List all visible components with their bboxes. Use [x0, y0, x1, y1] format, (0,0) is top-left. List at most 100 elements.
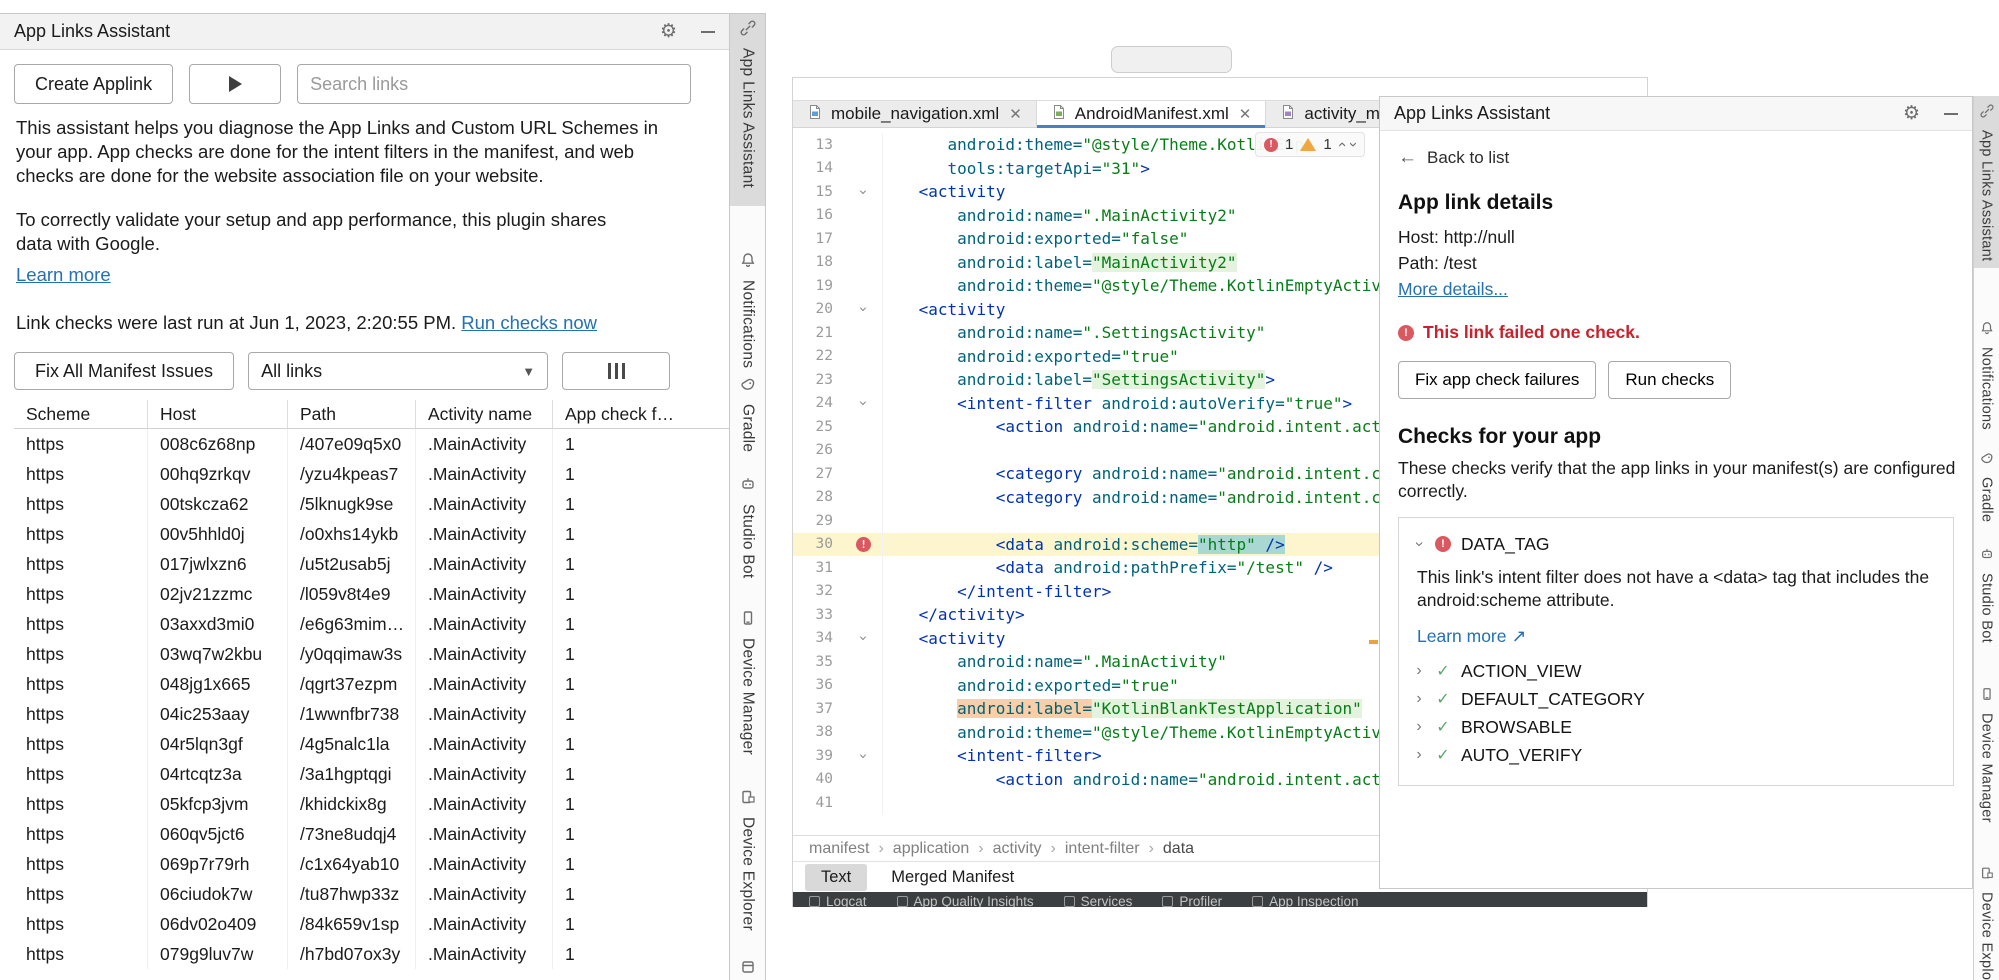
tool-stripe-item-app-links-assistant[interactable]: App Links Assistant	[1974, 104, 1999, 261]
tool-stripe-item[interactable]	[730, 959, 765, 980]
editor-tab-activity_m[interactable]: activity_m	[1266, 101, 1395, 127]
gear-icon[interactable]: ⚙	[660, 22, 677, 41]
column-header-scheme[interactable]: Scheme	[14, 400, 148, 428]
table-row[interactable]: https06ciudok7w/tu87hwp33z.MainActivity1	[14, 879, 729, 909]
chevron-right-icon[interactable]: ›	[1413, 690, 1425, 708]
tool-stripe-item-device-explorer[interactable]: Device Explorer	[1974, 866, 1999, 980]
fold-icon[interactable]: ›	[855, 399, 873, 408]
learn-more-link[interactable]: Learn more	[16, 264, 111, 286]
column-header-host[interactable]: Host	[148, 400, 288, 428]
close-icon[interactable]: ✕	[1239, 105, 1252, 123]
links-filter-dropdown[interactable]: All links ▼	[248, 352, 548, 390]
inspections-widget[interactable]: ! 1 1 › ›	[1255, 132, 1365, 157]
fold-icon[interactable]: ›	[855, 751, 873, 760]
table-row[interactable]: https04ic253aay/1wwnfbr738.MainActivity1	[14, 699, 729, 729]
tool-stripe-item-studio-bot[interactable]: Studio Bot	[730, 476, 765, 579]
table-row[interactable]: https05kfcp3jvm/khidckix8g.MainActivity1	[14, 789, 729, 819]
check-item-data_tag[interactable]: ›!DATA_TAG	[1413, 530, 1937, 558]
minimize-icon[interactable]	[1944, 113, 1958, 115]
breadcrumb-item-manifest[interactable]: manifest	[809, 840, 869, 858]
column-header-path[interactable]: Path	[288, 400, 416, 428]
table-cell: .MainActivity	[416, 939, 553, 969]
editor-tab-androidmanifest.xml[interactable]: AndroidManifest.xml✕	[1037, 101, 1267, 127]
create-applink-button[interactable]: Create Applink	[14, 64, 173, 104]
tool-stripe-item-device-explorer[interactable]: Device Explorer	[730, 789, 765, 931]
check-item-auto_verify[interactable]: ›✓AUTO_VERIFY	[1413, 741, 1937, 769]
table-row[interactable]: https03axxd3mi0/e6g63mim….MainActivity1	[14, 609, 729, 639]
tool-stripe-item-gradle[interactable]: Gradle	[730, 376, 765, 452]
tool-stripe-item-gradle[interactable]: Gradle	[1974, 451, 1999, 522]
back-to-list-link[interactable]: ← Back to list	[1398, 147, 1509, 169]
check-learn-more-link[interactable]: Learn more↗	[1417, 626, 1526, 647]
chevron-right-icon[interactable]: ›	[1413, 746, 1425, 764]
column-header-app-check-f[interactable]: App check f…	[553, 400, 729, 428]
breadcrumb-item-intent-filter[interactable]: intent-filter	[1065, 840, 1140, 858]
tool-stripe-item-device-manager[interactable]: Device Manager	[730, 610, 765, 755]
line-number: 23	[793, 372, 845, 388]
more-details-link[interactable]: More details...	[1398, 279, 1508, 300]
table-row[interactable]: https00hq9zrkqv/yzu4kpeas7.MainActivity1	[14, 459, 729, 489]
gutter	[845, 274, 883, 298]
table-row[interactable]: https00tskcza62/5lknugk9se.MainActivity1	[14, 489, 729, 519]
tool-stripe-item-app-links-assistant[interactable]: App Links Assistant	[730, 20, 765, 188]
fold-icon[interactable]: ›	[855, 634, 873, 643]
bottom-tool-app-quality-insights[interactable]: App Quality Insights	[897, 895, 1034, 907]
table-cell: .MainActivity	[416, 549, 553, 579]
table-row[interactable]: https008c6z68np/407e09q5x0.MainActivity1	[14, 429, 729, 459]
search-links-input[interactable]	[297, 64, 691, 104]
run-checks-button[interactable]: Run checks	[1608, 361, 1731, 399]
table-row[interactable]: https060qv5jct6/73ne8udqj4.MainActivity1	[14, 819, 729, 849]
chevron-right-icon[interactable]: ›	[1413, 662, 1425, 680]
gradle-icon	[740, 376, 756, 397]
chevron-right-icon[interactable]: ›	[1413, 718, 1425, 736]
run-checks-now-link[interactable]: Run checks now	[461, 312, 597, 333]
table-row[interactable]: https017jwlxzn6/u5t2usab5j.MainActivity1	[14, 549, 729, 579]
run-checks-button[interactable]	[189, 64, 281, 104]
device-explorer-icon	[1980, 866, 1994, 885]
bottom-tool-logcat[interactable]: Logcat	[809, 895, 867, 907]
bottom-tab-text[interactable]: Text	[805, 864, 867, 891]
close-icon[interactable]: ✕	[1009, 105, 1022, 123]
table-header-row: SchemeHostPathActivity nameApp check f…	[14, 400, 729, 429]
table-row[interactable]: https00v5hhld0j/o0xhs14ykb.MainActivity1	[14, 519, 729, 549]
table-row[interactable]: https04r5lqn3gf/4g5nalc1la.MainActivity1	[14, 729, 729, 759]
check-item-default_category[interactable]: ›✓DEFAULT_CATEGORY	[1413, 685, 1937, 713]
tool-stripe-item-notifications[interactable]: Notifications	[730, 252, 765, 368]
bottom-tab-merged-manifest[interactable]: Merged Manifest	[875, 864, 1030, 891]
chevron-down-icon[interactable]: ›	[1410, 538, 1428, 550]
table-row[interactable]: https069p7r79rh/c1x64yab10.MainActivity1	[14, 849, 729, 879]
table-row[interactable]: https02jv21zzmc/l059v8t4e9.MainActivity1	[14, 579, 729, 609]
fix-app-check-failures-button[interactable]: Fix app check failures	[1398, 361, 1596, 399]
tool-stripe-item-notifications[interactable]: Notifications	[1974, 321, 1999, 430]
error-stripe-mark[interactable]	[1369, 640, 1378, 644]
check-item-browsable[interactable]: ›✓BROWSABLE	[1413, 713, 1937, 741]
breadcrumb-item-activity[interactable]: activity	[993, 840, 1042, 858]
breadcrumb-item-data[interactable]: data	[1163, 840, 1194, 858]
table-row[interactable]: https04rtcqtz3a/3a1hgptqgi.MainActivity1	[14, 759, 729, 789]
check-item-action_view[interactable]: ›✓ACTION_VIEW	[1413, 657, 1937, 685]
column-header-activity-name[interactable]: Activity name	[416, 400, 553, 428]
table-row[interactable]: https048jg1x665/qgrt37ezpm.MainActivity1	[14, 669, 729, 699]
bottom-tool-profiler[interactable]: Profiler	[1162, 895, 1222, 907]
line-number: 40	[793, 771, 845, 787]
fold-icon[interactable]: ›	[855, 187, 873, 196]
assistant-intro-text: This assistant helps you diagnose the Ap…	[16, 116, 713, 188]
tool-stripe-item-device-manager[interactable]: Device Manager	[1974, 687, 1999, 823]
fix-all-manifest-issues-button[interactable]: Fix All Manifest Issues	[14, 352, 234, 390]
column-filter-button[interactable]	[562, 352, 670, 390]
fold-icon[interactable]: ›	[855, 305, 873, 314]
bottom-tool-app-inspection[interactable]: App Inspection	[1252, 895, 1358, 907]
editor-tab-mobile_navigation.xml[interactable]: mobile_navigation.xml✕	[793, 101, 1037, 127]
bottom-tool-services[interactable]: Services	[1064, 895, 1133, 907]
table-row[interactable]: https03wq7w2kbu/y0qqimaw3s.MainActivity1	[14, 639, 729, 669]
minimize-icon[interactable]	[701, 31, 715, 33]
table-row[interactable]: https079g9luv7w/h7bd07ox3y.MainActivity1	[14, 939, 729, 969]
table-cell: .MainActivity	[416, 789, 553, 819]
tool-stripe-item-studio-bot[interactable]: Studio Bot	[1974, 547, 1999, 643]
next-issue-icon[interactable]: ›	[1345, 142, 1362, 147]
gear-icon[interactable]: ⚙	[1903, 104, 1920, 123]
breadcrumb-item-application[interactable]: application	[893, 840, 970, 858]
right-panel-content: ← Back to list App link details Host: ht…	[1380, 131, 1972, 786]
table-row[interactable]: https06dv02o409/84k659v1sp.MainActivity1	[14, 909, 729, 939]
tool-window-icon	[809, 896, 820, 907]
